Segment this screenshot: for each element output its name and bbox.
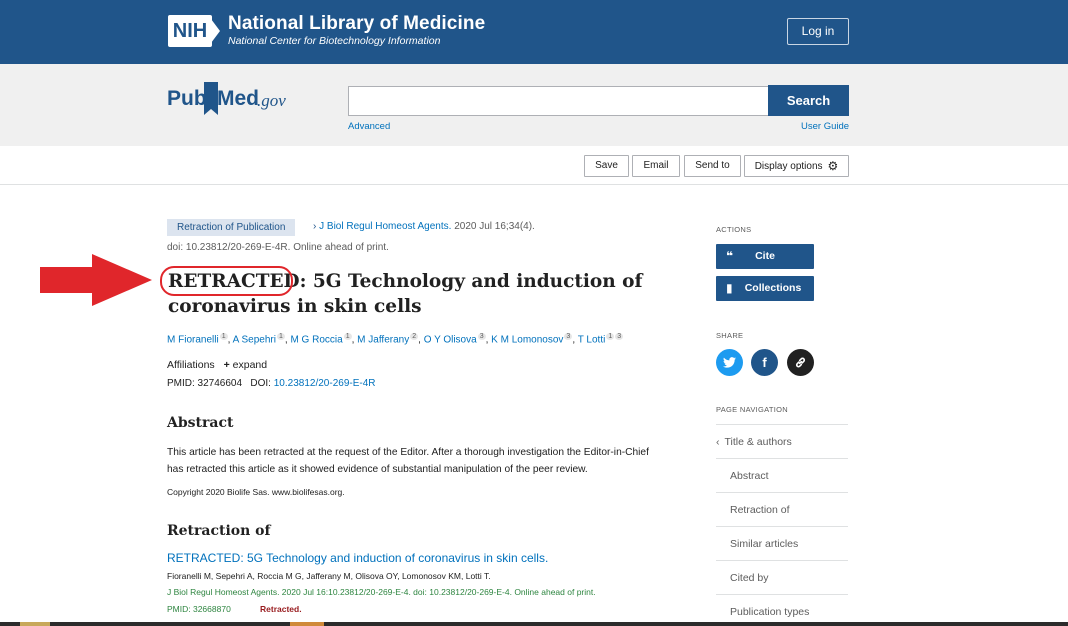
bottom-edge-strip [0, 622, 1068, 626]
cite-label: Cite [755, 250, 775, 262]
author-link[interactable]: T Lotti [578, 334, 606, 345]
search-button[interactable]: Search [768, 85, 849, 116]
send-to-button[interactable]: Send to [684, 155, 741, 177]
affiliation-marker[interactable]: 1 [606, 333, 615, 340]
nav-retraction-of[interactable]: Retraction of [716, 492, 848, 526]
twitter-icon[interactable] [716, 349, 743, 376]
identifiers: PMID: 32746604 DOI: 10.23812/20-269-E-4R [167, 378, 376, 389]
plus-icon[interactable]: + [224, 359, 230, 371]
save-button[interactable]: Save [584, 155, 629, 177]
permalink-icon[interactable] [787, 349, 814, 376]
retracted-article-link[interactable]: RETRACTED: 5G Technology and induction o… [167, 551, 548, 565]
share-heading: SHARE [716, 331, 744, 340]
actions-heading: ACTIONS [716, 225, 752, 234]
author-link[interactable]: M Fioranelli [167, 334, 219, 345]
nav-abstract[interactable]: Abstract [716, 458, 848, 492]
email-button[interactable]: Email [632, 155, 680, 177]
pubmed-logo-med: Med [217, 87, 259, 110]
nav-item-label: Title & authors [724, 436, 792, 448]
user-guide-link[interactable]: User Guide [801, 121, 849, 132]
nih-header: NIH National Library of Medicine Nationa… [0, 0, 1068, 64]
affiliation-marker[interactable]: 2 [410, 333, 419, 340]
advanced-search-link[interactable]: Advanced [348, 121, 390, 132]
author-link[interactable]: M G Roccia [290, 334, 342, 345]
abstract-text: This article has been retracted at the r… [167, 447, 649, 475]
cite-button[interactable]: ❝ Cite [716, 244, 814, 269]
nav-title-authors[interactable]: ‹ Title & authors [716, 424, 848, 458]
nih-logo-text: NIH [168, 15, 212, 47]
affiliation-marker[interactable]: 3 [615, 333, 624, 340]
affiliations-label: Affiliations [167, 359, 215, 371]
org-title[interactable]: National Library of Medicine [228, 13, 485, 35]
pubmed-bookmark-icon [204, 82, 218, 115]
doi-line: doi: 10.23812/20-269-E-4R. Online ahead … [167, 242, 389, 253]
journal-date: 2020 Jul 16;34(4). [454, 221, 535, 232]
retracted-article-authors: Fioranelli M, Sepehri A, Roccia M G, Jaf… [167, 571, 491, 581]
pubmed-logo-gov: .gov [257, 91, 286, 110]
nih-logo[interactable]: NIH [168, 15, 222, 47]
red-arrow-annotation [40, 254, 152, 306]
collections-button[interactable]: ▮ Collections [716, 276, 814, 301]
doi-label: DOI: [250, 378, 271, 389]
pubmed-logo-pub: Pub [167, 87, 207, 110]
doi-link[interactable]: 10.23812/20-269-E-4R [274, 378, 376, 389]
copyright: Copyright 2020 Biolife Sas. www.biolifes… [167, 487, 345, 497]
author-link[interactable]: M Jafferany [357, 334, 409, 345]
affiliation-marker[interactable]: 1 [219, 333, 228, 340]
toolbar-divider [0, 184, 1068, 185]
nav-similar-articles[interactable]: Similar articles [716, 526, 848, 560]
bottom-strip-segment [290, 622, 324, 626]
display-options-label: Display options [754, 161, 823, 172]
bottom-strip-segment [20, 622, 50, 626]
journal-citation: › J Biol Regul Homeost Agents. 2020 Jul … [313, 221, 535, 232]
page-navigation-heading: PAGE NAVIGATION [716, 405, 789, 414]
org-subtitle: National Center for Biotechnology Inform… [228, 35, 441, 47]
red-circle-annotation [160, 266, 293, 296]
facebook-icon[interactable]: f [751, 349, 778, 376]
author-link[interactable]: A Sepehri [233, 334, 276, 345]
abstract-heading: Abstract [167, 415, 234, 431]
affiliation-marker[interactable]: 1 [343, 333, 352, 340]
authors-list: M Fioranelli 1, A Sepehri 1, M G Roccia 1, … [167, 333, 624, 346]
search-input[interactable] [348, 86, 769, 116]
retracted-article-pmid: PMID: 32668870 [167, 604, 231, 614]
title-line2: coronavirus in skin cells [168, 296, 422, 317]
author-link[interactable]: O Y Olisova [424, 334, 477, 345]
retraction-badge: Retraction of Publication [167, 219, 296, 236]
affiliations-row: Affiliations + expand [167, 359, 267, 371]
nav-publication-types[interactable]: Publication types [716, 594, 848, 622]
nav-cited-by[interactable]: Cited by [716, 560, 848, 594]
title-line1: 5G Technology and induction of [306, 271, 643, 292]
login-button[interactable]: Log in [787, 18, 849, 45]
display-options-button[interactable]: Display options ⚙ [744, 155, 849, 177]
collections-label: Collections [744, 282, 802, 294]
pmid: PMID: 32746604 [167, 378, 243, 389]
gear-icon: ⚙ [827, 159, 839, 173]
affiliation-marker[interactable]: 1 [276, 333, 285, 340]
chevron-right-icon: › [313, 221, 317, 232]
expand-link[interactable]: expand [233, 359, 267, 371]
chevron-left-icon: ‹ [716, 436, 720, 448]
retracted-status: Retracted. [260, 604, 302, 614]
retraction-of-heading: Retraction of [167, 523, 271, 539]
affiliation-marker[interactable]: 3 [477, 333, 486, 340]
retracted-article-journal: J Biol Regul Homeost Agents. 2020 Jul 16… [167, 587, 596, 597]
author-link[interactable]: K M Lomonosov [491, 334, 563, 345]
journal-link[interactable]: J Biol Regul Homeost Agents. [319, 221, 451, 232]
